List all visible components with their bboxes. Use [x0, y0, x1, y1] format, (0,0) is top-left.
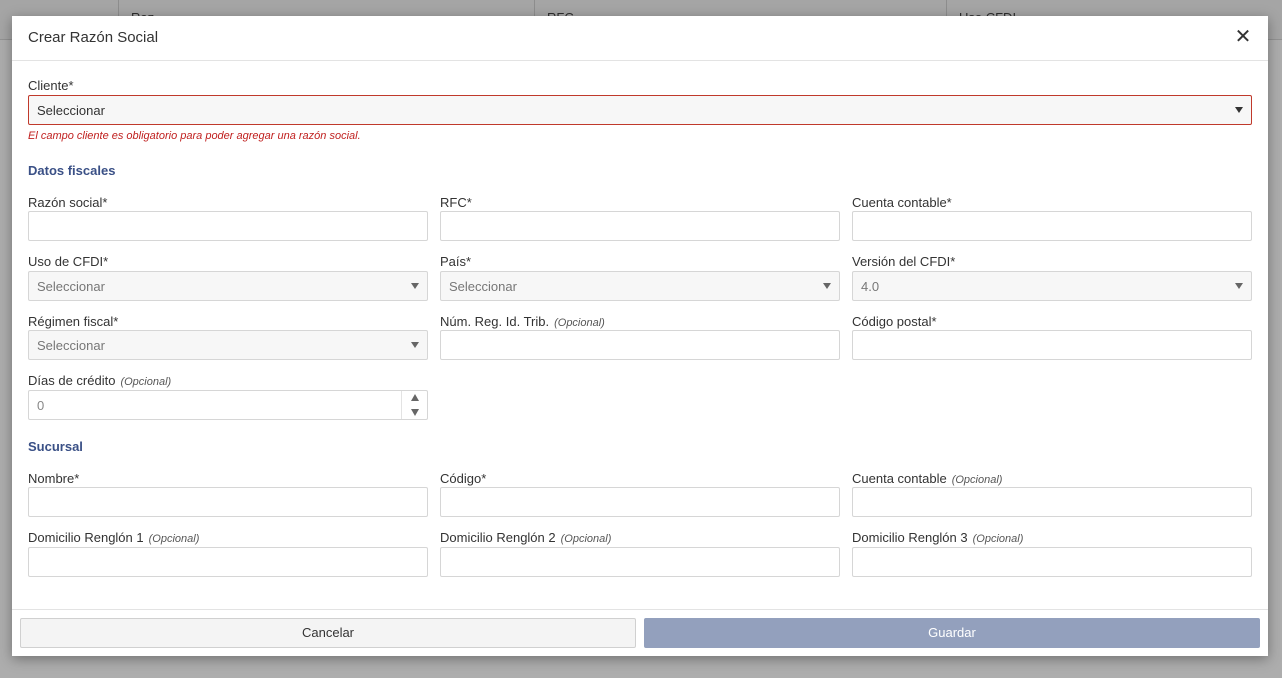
- codigo-postal-input[interactable]: [852, 330, 1252, 360]
- cuenta-contable-input[interactable]: [852, 211, 1252, 241]
- save-button[interactable]: Guardar: [644, 618, 1260, 648]
- razon-social-input[interactable]: [28, 211, 428, 241]
- version-cfdi-label: Versión del CFDI*: [852, 254, 956, 269]
- modal-footer: Cancelar Guardar: [12, 609, 1268, 656]
- codigo-label: Código*: [440, 471, 487, 486]
- num-reg-id-trib-label-group: Núm. Reg. Id. Trib. (Opcional): [440, 314, 605, 329]
- codigo-input[interactable]: [440, 487, 840, 517]
- uso-cfdi-select[interactable]: Seleccionar: [28, 271, 428, 301]
- optional-tag: (Opcional): [972, 533, 1024, 545]
- chevron-down-icon: [411, 342, 419, 348]
- sucursal-cuenta-contable-label-group: Cuenta contable (Opcional): [852, 471, 1002, 486]
- close-icon[interactable]: ✕: [1232, 26, 1254, 48]
- number-stepper[interactable]: [401, 391, 427, 419]
- optional-tag: (Opcional): [951, 474, 1003, 486]
- pais-value: Seleccionar: [449, 279, 517, 294]
- domicilio-2-label-group: Domicilio Renglón 2 (Opcional): [440, 530, 611, 545]
- codigo-postal-label: Código postal*: [852, 314, 937, 329]
- chevron-down-icon: [1235, 107, 1243, 113]
- dias-credito-label: Días de crédito: [28, 373, 116, 388]
- dias-credito-label-group: Días de crédito (Opcional): [28, 373, 171, 388]
- rfc-input[interactable]: [440, 211, 840, 241]
- num-reg-id-trib-input[interactable]: [440, 330, 840, 360]
- domicilio-2-label: Domicilio Renglón 2: [440, 530, 556, 545]
- chevron-down-icon: [823, 283, 831, 289]
- nombre-input[interactable]: [28, 487, 428, 517]
- regimen-fiscal-label: Régimen fiscal*: [28, 314, 119, 329]
- domicilio-1-label: Domicilio Renglón 1: [28, 530, 144, 545]
- regimen-fiscal-value: Seleccionar: [37, 338, 105, 353]
- optional-tag: (Opcional): [148, 533, 200, 545]
- decrement-arrow-icon[interactable]: [411, 409, 419, 416]
- rfc-label: RFC*: [440, 195, 472, 210]
- uso-cfdi-label: Uso de CFDI*: [28, 254, 109, 269]
- cliente-error-message: El campo cliente es obligatorio para pod…: [28, 130, 361, 142]
- nombre-label: Nombre*: [28, 471, 80, 486]
- optional-tag: (Opcional): [554, 317, 605, 329]
- sucursal-cuenta-contable-input[interactable]: [852, 487, 1252, 517]
- domicilio-1-label-group: Domicilio Renglón 1 (Opcional): [28, 530, 199, 545]
- regimen-fiscal-select[interactable]: Seleccionar: [28, 330, 428, 360]
- chevron-down-icon: [1235, 283, 1243, 289]
- increment-arrow-icon[interactable]: [411, 394, 419, 401]
- dias-credito-value: 0: [37, 398, 45, 413]
- cliente-select[interactable]: Seleccionar: [28, 95, 1252, 125]
- chevron-down-icon: [411, 283, 419, 289]
- domicilio-2-input[interactable]: [440, 547, 840, 577]
- optional-tag: (Opcional): [560, 533, 612, 545]
- version-cfdi-select[interactable]: 4.0: [852, 271, 1252, 301]
- num-reg-id-trib-label: Núm. Reg. Id. Trib.: [440, 314, 550, 329]
- cuenta-contable-label: Cuenta contable*: [852, 195, 952, 210]
- pais-label: País*: [440, 254, 472, 269]
- version-cfdi-value: 4.0: [861, 279, 880, 294]
- domicilio-3-label-group: Domicilio Renglón 3 (Opcional): [852, 530, 1023, 545]
- datos-fiscales-heading: Datos fiscales: [28, 163, 116, 178]
- cliente-label: Cliente*: [28, 78, 74, 93]
- dias-credito-input[interactable]: 0: [28, 390, 428, 420]
- pais-select[interactable]: Seleccionar: [440, 271, 840, 301]
- domicilio-3-input[interactable]: [852, 547, 1252, 577]
- sucursal-cuenta-contable-label: Cuenta contable: [852, 471, 947, 486]
- modal-title: Crear Razón Social: [28, 29, 159, 46]
- domicilio-3-label: Domicilio Renglón 3: [852, 530, 968, 545]
- cancel-button[interactable]: Cancelar: [20, 618, 636, 648]
- crear-razon-social-modal: Crear Razón Social ✕ Cliente* Selecciona…: [12, 16, 1268, 656]
- optional-tag: (Opcional): [120, 376, 172, 388]
- modal-header: Crear Razón Social ✕: [12, 16, 1268, 61]
- cliente-select-value: Seleccionar: [37, 103, 105, 118]
- domicilio-1-input[interactable]: [28, 547, 428, 577]
- razon-social-label: Razón social*: [28, 195, 108, 210]
- sucursal-heading: Sucursal: [28, 439, 83, 454]
- uso-cfdi-value: Seleccionar: [37, 279, 105, 294]
